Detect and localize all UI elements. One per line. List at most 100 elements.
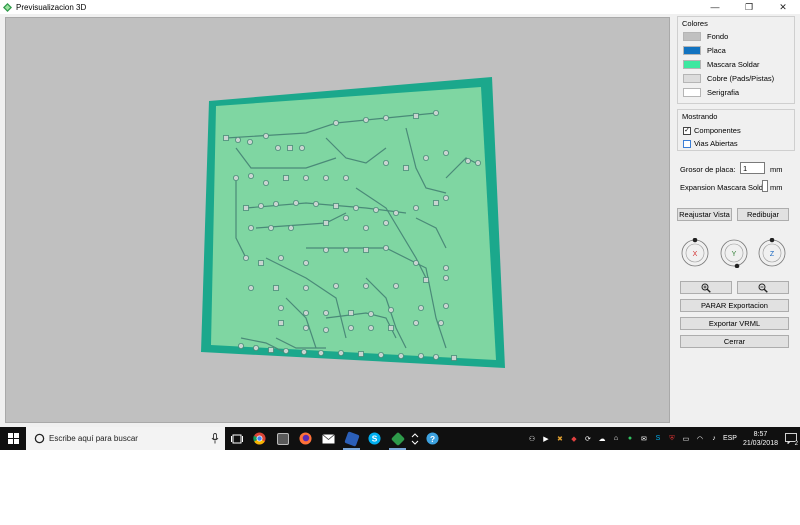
color-row-copper[interactable]: Cobre (Pads/Pistas)	[683, 73, 774, 84]
rotate-y-control[interactable]: Y	[719, 238, 749, 268]
svg-text:S: S	[372, 433, 378, 443]
vias-checkbox-row[interactable]: Vias Abiertas	[683, 139, 738, 148]
rotate-z-control[interactable]: Z	[757, 238, 787, 268]
cloud-icon[interactable]: ☁	[595, 427, 609, 450]
pad	[312, 200, 319, 207]
taskbar-camera-app[interactable]	[271, 427, 294, 450]
start-button[interactable]	[0, 427, 26, 450]
pad	[302, 324, 309, 331]
solder-mask	[211, 87, 496, 360]
zoom-in-icon	[701, 283, 711, 293]
shield-icon[interactable]: ⛨	[665, 427, 679, 450]
pad	[362, 117, 369, 124]
people-icon[interactable]: ⚇	[525, 427, 539, 450]
components-checkbox-row[interactable]: ✓ Componentes	[683, 126, 741, 135]
components-checkbox[interactable]: ✓	[683, 126, 691, 135]
taskbar-mail[interactable]	[317, 427, 340, 450]
notifications-button[interactable]: 2	[782, 427, 800, 450]
vias-checkbox[interactable]	[683, 139, 691, 148]
pad	[247, 224, 254, 231]
network-app-icon[interactable]: ⌂	[609, 427, 623, 450]
battery-icon[interactable]: ▭	[679, 427, 693, 450]
mail-tray-icon[interactable]: ✉	[637, 427, 651, 450]
skype-tray-icon[interactable]: S	[651, 427, 665, 450]
solder-mask-color-swatch[interactable]	[683, 60, 701, 69]
color-row-board[interactable]: Placa	[683, 45, 726, 56]
pad	[247, 284, 254, 291]
pad	[442, 194, 449, 201]
help-icon: ?	[426, 432, 439, 445]
pad	[333, 203, 339, 209]
taskbar-search-box[interactable]: Escribe aquí para buscar	[26, 427, 225, 450]
taskbar-firefox[interactable]	[294, 427, 317, 450]
redraw-button[interactable]: Redibujar	[737, 208, 789, 221]
language-indicator[interactable]: ESP	[721, 427, 739, 450]
copper-color-swatch[interactable]	[683, 74, 701, 83]
pad	[377, 351, 384, 358]
zoom-in-button[interactable]	[680, 281, 732, 294]
taskbar-pcb-editor[interactable]	[340, 427, 363, 450]
pad	[342, 246, 349, 253]
pad	[232, 174, 239, 181]
clock-time: 8:57	[753, 430, 768, 438]
close-window-button[interactable]: ✕	[766, 0, 800, 14]
side-panel: Colores Fondo Placa Mascara Soldar Cobre…	[675, 14, 800, 427]
taskbar-skype[interactable]: S	[363, 427, 386, 450]
mask-expansion-label: Expansion Mascara Sold.	[680, 183, 766, 192]
sync-icon[interactable]: ⟳	[581, 427, 595, 450]
thickness-input[interactable]	[740, 162, 765, 174]
background-color-label: Fondo	[707, 32, 729, 41]
pad	[412, 259, 419, 266]
board-color-swatch[interactable]	[683, 46, 701, 55]
rotate-z-label: Z	[770, 251, 775, 258]
pad	[442, 274, 449, 281]
pad	[234, 137, 241, 144]
taskbar: Escribe aquí para buscar S ? ⚇ ▶ ✖ ◆ ⟳ ☁…	[0, 427, 800, 450]
minimize-button[interactable]: —	[698, 0, 732, 14]
mask-expansion-input[interactable]	[762, 180, 768, 192]
background-color-swatch[interactable]	[683, 32, 701, 41]
pad	[268, 347, 274, 353]
tools-icon[interactable]: ✖	[553, 427, 567, 450]
zoom-out-button[interactable]	[737, 281, 789, 294]
search-icon	[34, 433, 45, 444]
close-button[interactable]: Cerrar	[680, 335, 789, 348]
microphone-icon[interactable]	[211, 433, 219, 444]
copper-color-label: Cobre (Pads/Pistas)	[707, 74, 775, 83]
pad	[322, 174, 329, 181]
chrome-icon	[253, 432, 266, 445]
colors-group-title: Colores	[682, 19, 708, 28]
color-row-solder-mask[interactable]: Mascara Soldar	[683, 59, 760, 70]
volume-icon[interactable]: ♪	[707, 427, 721, 450]
maximize-button[interactable]: ❐	[732, 0, 766, 14]
taskbar-scroll-buttons[interactable]	[409, 427, 421, 450]
pad	[348, 310, 354, 316]
pad	[302, 174, 309, 181]
pad	[413, 113, 419, 119]
clock[interactable]: 8:57 21/03/2018	[743, 430, 778, 448]
task-view-button[interactable]	[225, 427, 248, 450]
rotate-x-control[interactable]: X	[680, 238, 710, 268]
pcb-editor-icon	[343, 430, 360, 447]
red-app-icon[interactable]: ◆	[567, 427, 581, 450]
terminal-icon[interactable]: ▶	[539, 427, 553, 450]
green-app-icon[interactable]: ●	[623, 427, 637, 450]
reset-view-button[interactable]: Reajustar Vista	[677, 208, 732, 221]
solder-mask-color-label: Mascara Soldar	[707, 60, 760, 69]
silkscreen-color-swatch[interactable]	[683, 88, 701, 97]
color-row-silkscreen[interactable]: Serigrafia	[683, 87, 739, 98]
3d-viewport[interactable]	[5, 17, 670, 423]
taskbar-help[interactable]: ?	[421, 427, 444, 450]
taskbar-3d-preview[interactable]	[386, 427, 409, 450]
color-row-background[interactable]: Fondo	[683, 31, 728, 42]
pad	[372, 206, 379, 213]
taskbar-chrome[interactable]	[248, 427, 271, 450]
export-vrml-button[interactable]: Exportar VRML	[680, 317, 789, 330]
pad	[332, 120, 339, 127]
pad	[237, 342, 244, 349]
pad	[412, 319, 419, 326]
wifi-icon[interactable]: ◠	[693, 427, 707, 450]
pad	[474, 159, 481, 166]
stop-export-button[interactable]: PARAR Exportacion	[680, 299, 789, 312]
silkscreen-color-label: Serigrafia	[707, 88, 740, 97]
